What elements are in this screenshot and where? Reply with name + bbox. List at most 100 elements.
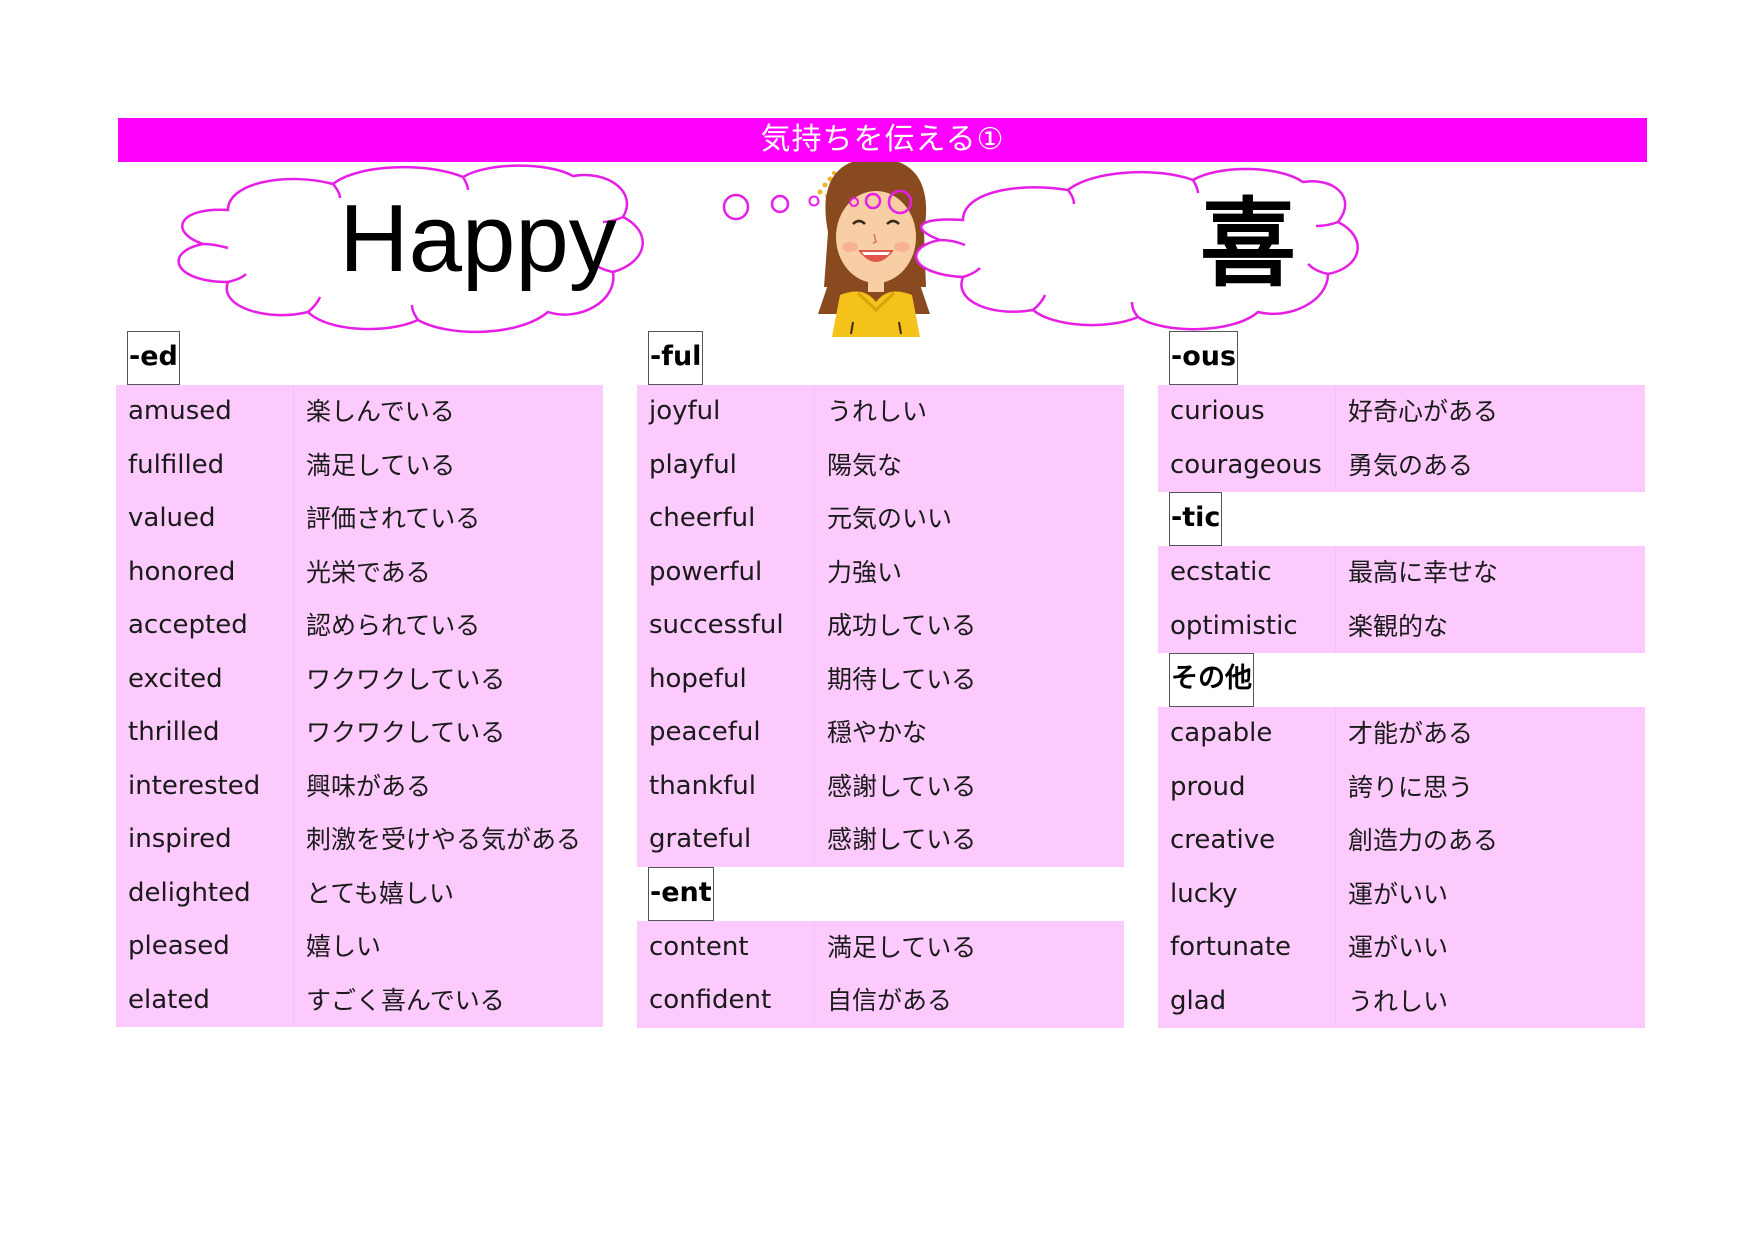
vocab-column-3: -ous curious 好奇心がある courageous 勇気のある -tic e… [1158,331,1645,1028]
smiling-girl-illustration [818,162,930,337]
suffix-label: -tic [1169,492,1223,546]
vocab-row: hopeful 期待している [637,652,1124,706]
japanese-meaning: 評価されている [306,504,481,533]
japanese-meaning: うれしい [1348,986,1449,1016]
english-word: thrilled [116,706,294,760]
english-word: confident [637,974,815,1028]
thought-bubble [722,193,750,221]
vocab-list: amused 楽しんでいる fulfilled 満足している valued 評価されている… [116,385,603,1027]
vocab-row: curious 好奇心がある [1158,385,1645,439]
english-word: content [637,920,815,974]
english-word: thankful [637,759,815,813]
vocab-group-ent: -ent content 満足している confident 自信がある [637,866,1124,1028]
japanese-meaning: 創造力のある [1348,826,1499,855]
vocab-row: lucky 運がいい [1158,867,1645,921]
vocab-row: creative 創造力のある [1158,814,1645,868]
english-word: ecstatic [1158,546,1336,600]
vocab-column-1: -ed amused 楽しんでいる fulfilled 満足している valued 評価さ… [116,331,603,1027]
suffix-label: -ous [1169,331,1239,385]
english-word: interested [116,759,294,813]
english-word: honored [116,545,294,599]
cloud-word-kanji: 喜 [1200,188,1296,300]
vocab-row: valued 評価されている [116,492,603,546]
japanese-meaning: 運がいい [1348,933,1449,962]
vocab-row: excited ワクワクしている [116,652,603,706]
japanese-meaning: うれしい [827,397,928,426]
vocab-row: fortunate 運がいい [1158,921,1645,975]
english-word: fortunate [1158,921,1336,975]
english-word: hopeful [637,652,815,706]
english-word: playful [637,438,815,492]
thought-bubble [808,195,820,207]
japanese-meaning: 満足している [827,932,977,962]
vocab-row: fulfilled 満足している [116,438,603,492]
japanese-meaning: 成功している [827,611,977,640]
japanese-meaning: 運がいい [1348,879,1449,909]
vocab-row: capable 才能がある [1158,707,1645,761]
japanese-meaning: 勇気のある [1348,450,1474,480]
english-word: peaceful [637,706,815,760]
english-word: fulfilled [116,438,294,492]
vocab-row: delighted とても嬉しい [116,866,603,920]
vocab-row: thankful 感謝している [637,759,1124,813]
japanese-meaning: 自信がある [827,986,953,1015]
vocab-group-other: その他 capable 才能がある proud 誇りに思う creative 創造力のある… [1158,653,1645,1028]
english-word: optimistic [1158,599,1336,653]
vocab-row: confident 自信がある [637,974,1124,1028]
japanese-meaning: 陽気な [827,450,903,480]
japanese-meaning: 楽しんでいる [306,397,455,426]
suffix-label: -ed [127,331,180,385]
vocab-row: content 満足している [637,920,1124,974]
english-word: grateful [637,813,815,867]
vocab-group-ed: -ed amused 楽しんでいる fulfilled 満足している valued 評価さ… [116,331,603,1027]
japanese-meaning: 楽観的な [1348,611,1449,641]
page-title: 気持ちを伝える① [760,122,1005,157]
vocab-row: honored 光栄である [116,545,603,599]
vocab-row: optimistic 楽観的な [1158,599,1645,653]
suffix-label: -ent [648,866,714,921]
english-word: elated [116,973,294,1027]
japanese-meaning: 才能がある [1348,719,1474,748]
english-word: lucky [1158,867,1336,921]
english-word: successful [637,599,815,653]
vocab-row: inspired 刺激を受けやる気がある [116,813,603,867]
vocab-list: content 満足している confident 自信がある [637,920,1124,1028]
japanese-meaning: 刺激を受けやる気がある [306,825,582,854]
japanese-meaning: 満足している [306,450,456,480]
vocab-row: pleased 嬉しい [116,920,603,974]
vocab-row: peaceful 穏やかな [637,706,1124,760]
english-word: inspired [116,813,294,867]
vocab-group-ous: -ous curious 好奇心がある courageous 勇気のある [1158,331,1645,492]
vocab-row: grateful 感謝している [637,813,1124,867]
vocab-row: amused 楽しんでいる [116,385,603,439]
vocab-list: joyful うれしい playful 陽気な cheerful 元気のいい powerfu… [637,385,1124,867]
vocab-row: elated すごく喜んでいる [116,973,603,1027]
japanese-meaning: ワクワクしている [306,718,506,747]
vocab-row: playful 陽気な [637,438,1124,492]
japanese-meaning: 力強い [827,557,903,587]
english-word: valued [116,492,294,546]
english-word: courageous [1158,438,1336,492]
vocab-group-tic: -tic ecstatic 最高に幸せな optimistic 楽観的な [1158,492,1645,653]
english-word: joyful [637,385,815,439]
vocab-row: ecstatic 最高に幸せな [1158,546,1645,600]
japanese-meaning: 元気のいい [827,504,953,533]
english-word: accepted [116,599,294,653]
vocab-column-2: -ful joyful うれしい playful 陽気な cheerful 元気のいい po… [637,331,1124,1028]
japanese-meaning: すごく喜んでいる [306,985,505,1015]
japanese-meaning: 誇りに思う [1348,772,1474,802]
english-word: glad [1158,974,1336,1028]
vocab-row: joyful うれしい [637,385,1124,439]
japanese-meaning: 光栄である [306,557,431,587]
japanese-meaning: 認められている [306,611,481,640]
page-title-bar: 気持ちを伝える① [118,118,1647,162]
thought-bubble [770,194,790,214]
vocab-row: proud 誇りに思う [1158,760,1645,814]
english-word: powerful [637,545,815,599]
vocab-row: successful 成功している [637,599,1124,653]
english-word: capable [1158,707,1336,761]
english-word: cheerful [637,492,815,546]
vocab-row: powerful 力強い [637,545,1124,599]
english-word: delighted [116,866,294,920]
vocab-row: interested 興味がある [116,759,603,813]
